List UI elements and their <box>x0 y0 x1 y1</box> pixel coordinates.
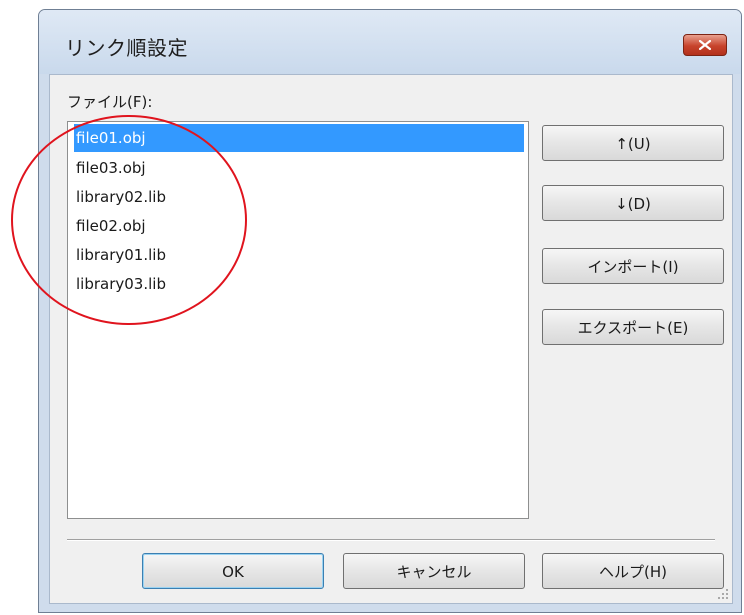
file-list-label: ファイル(F): <box>67 93 153 111</box>
close-button[interactable] <box>683 34 727 56</box>
highlight-circle-annotation <box>11 115 247 325</box>
close-icon <box>699 40 711 50</box>
move-down-button[interactable]: ↓(D) <box>542 185 724 221</box>
help-button[interactable]: ヘルプ(H) <box>542 553 724 589</box>
move-up-button[interactable]: ↑(U) <box>542 125 724 161</box>
import-button[interactable]: インポート(I) <box>542 248 724 284</box>
cancel-button[interactable]: キャンセル <box>343 553 525 589</box>
title-bar[interactable]: リンク順設定 <box>39 10 741 74</box>
ok-button[interactable]: OK <box>142 553 324 589</box>
footer-separator <box>67 539 715 541</box>
resize-grip-icon[interactable] <box>716 587 730 601</box>
export-button[interactable]: エクスポート(E) <box>542 309 724 345</box>
dialog-title: リンク順設定 <box>65 36 188 60</box>
